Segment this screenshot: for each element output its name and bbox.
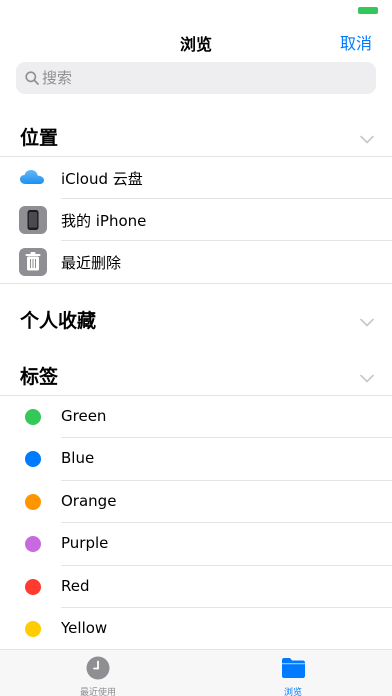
section-title: 个人收藏 xyxy=(20,310,97,332)
icloud-icon xyxy=(19,168,45,190)
search-bar[interactable] xyxy=(16,62,376,94)
chevron-down-icon[interactable] xyxy=(360,129,374,148)
tag-item-purple[interactable]: Purple xyxy=(0,523,392,565)
trash-icon xyxy=(19,248,47,280)
clock-icon xyxy=(86,656,110,684)
section-title: 标签 xyxy=(20,366,59,388)
tab-browse[interactable]: 浏览 xyxy=(228,650,358,696)
battery-icon xyxy=(358,7,378,14)
tag-color-dot xyxy=(25,451,41,467)
tag-color-dot xyxy=(25,536,41,552)
tab-bar: 最近使用 浏览 xyxy=(0,649,392,696)
section-header-tags[interactable]: 标签 xyxy=(0,352,392,396)
chevron-down-icon[interactable] xyxy=(360,368,374,387)
location-item-icloud[interactable]: iCloud 云盘 xyxy=(0,157,392,199)
location-label: 我的 iPhone xyxy=(61,212,147,230)
section-title: 位置 xyxy=(20,127,59,149)
tab-label: 最近使用 xyxy=(79,688,116,696)
cancel-button[interactable]: 取消 xyxy=(340,30,372,54)
tag-label: Red xyxy=(61,577,90,595)
search-input[interactable] xyxy=(42,62,362,94)
tag-label: Yellow xyxy=(61,619,108,637)
tag-item-yellow[interactable]: Yellow xyxy=(0,608,392,650)
section-header-locations[interactable]: 位置 xyxy=(0,113,392,157)
tag-label: Purple xyxy=(61,534,109,552)
tag-color-dot xyxy=(25,579,41,595)
iphone-icon xyxy=(19,206,47,238)
tab-label: 浏览 xyxy=(283,688,302,696)
folder-icon xyxy=(281,657,306,682)
tag-label: Orange xyxy=(61,492,117,510)
search-icon xyxy=(25,70,39,89)
tag-item-orange[interactable]: Orange xyxy=(0,481,392,523)
tag-color-dot xyxy=(25,621,41,637)
location-item-iphone[interactable]: 我的 iPhone xyxy=(0,199,392,241)
tab-recents[interactable]: 最近使用 xyxy=(33,650,163,696)
navigation-bar: 浏览 取消 xyxy=(0,24,392,58)
location-item-recently-deleted[interactable]: 最近删除 xyxy=(0,241,392,283)
tag-item-red[interactable]: Red xyxy=(0,566,392,608)
tag-label: Blue xyxy=(61,449,95,467)
tag-item-blue[interactable]: Blue xyxy=(0,438,392,480)
tag-color-dot xyxy=(25,494,41,510)
location-label: iCloud 云盘 xyxy=(61,170,143,188)
location-label: 最近删除 xyxy=(61,254,122,272)
chevron-down-icon[interactable] xyxy=(360,312,374,331)
section-header-favorites[interactable]: 个人收藏 xyxy=(0,296,392,340)
page-title: 浏览 xyxy=(179,35,212,54)
tag-color-dot xyxy=(25,409,41,425)
tag-label: Green xyxy=(61,407,107,425)
tag-item-green[interactable]: Green xyxy=(0,396,392,438)
